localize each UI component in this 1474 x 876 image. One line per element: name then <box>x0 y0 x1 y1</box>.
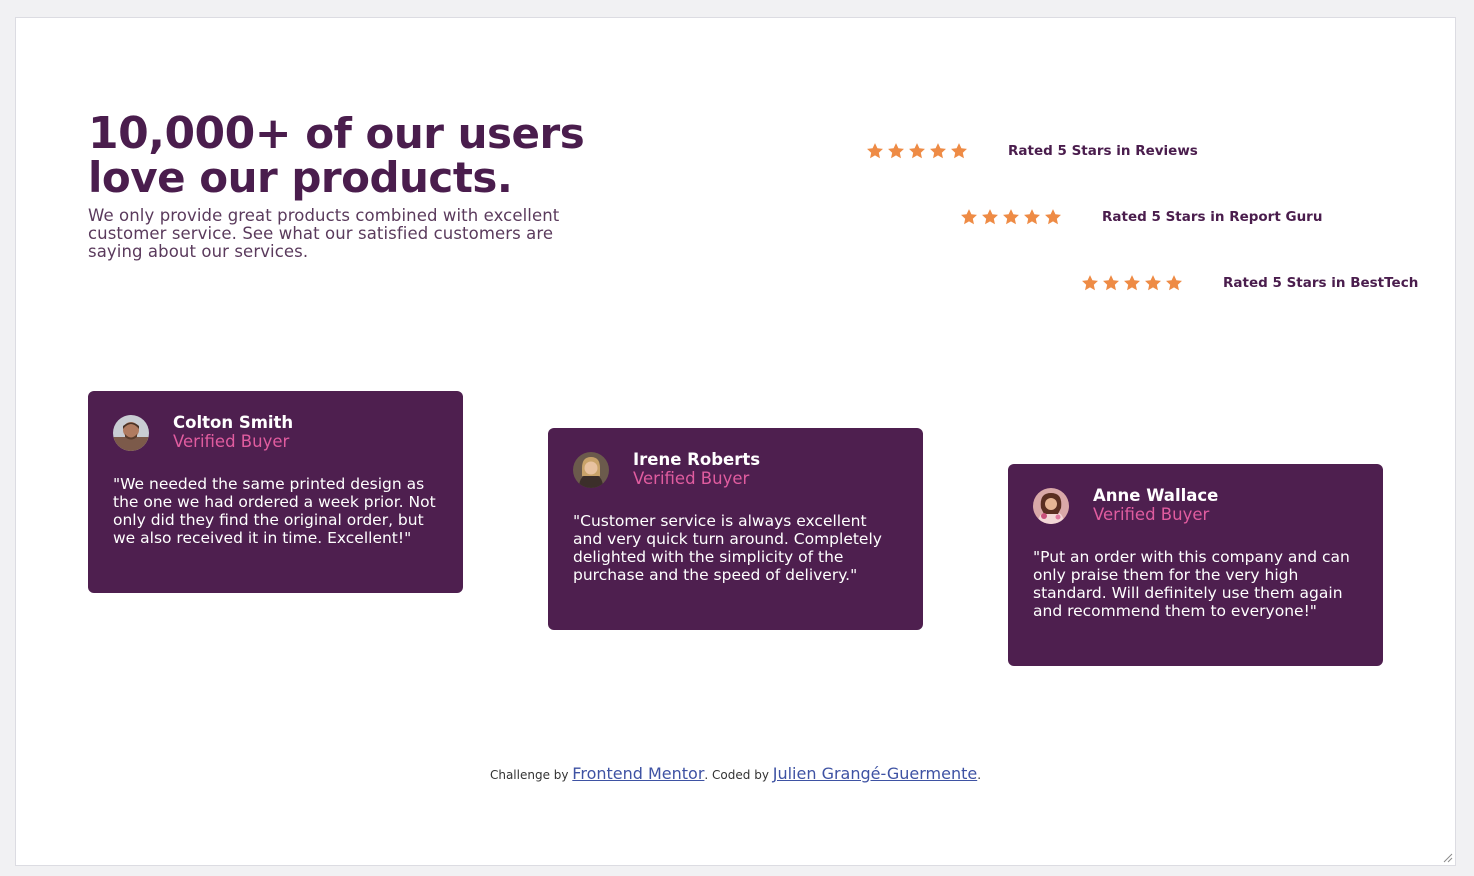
resize-grip-icon[interactable] <box>1441 851 1453 863</box>
page-container: 10,000+ of our users love our products. … <box>15 17 1456 866</box>
attribution: Challenge by Frontend Mentor. Coded by J… <box>16 764 1455 783</box>
card-header: Colton Smith Verified Buyer <box>113 412 438 451</box>
star-icon <box>1045 209 1061 225</box>
testimonial-card: Anne Wallace Verified Buyer "Put an orde… <box>1008 464 1383 666</box>
avatar-irene <box>573 452 609 488</box>
avatar-anne <box>1033 488 1069 524</box>
star-icon <box>909 143 925 159</box>
title-highlight: 10,000+ <box>88 108 292 159</box>
star-icon <box>1024 209 1040 225</box>
attribution-suffix: . <box>977 768 982 782</box>
rating-label: Rated 5 Stars in Report Guru <box>1102 209 1323 225</box>
star-icon <box>1103 275 1119 291</box>
reviewer-name: Irene Roberts <box>633 449 761 469</box>
rating-reviews: Rated 5 Stars in Reviews <box>866 139 1198 163</box>
testimonial-card: Irene Roberts Verified Buyer "Customer s… <box>548 428 923 630</box>
star-rating <box>866 142 974 160</box>
reviewer-info: Anne Wallace Verified Buyer <box>1093 485 1219 524</box>
verified-badge: Verified Buyer <box>1093 504 1210 524</box>
testimonial-quote: "Customer service is always excellent an… <box>573 512 882 584</box>
star-icon <box>1166 275 1182 291</box>
avatar-colton <box>113 415 149 451</box>
attribution-middle: . Coded by <box>704 768 773 782</box>
reviewer-name: Anne Wallace <box>1093 485 1219 505</box>
star-icon <box>930 143 946 159</box>
rating-label: Rated 5 Stars in BestTech <box>1223 275 1419 291</box>
star-rating <box>960 208 1068 226</box>
star-icon <box>888 143 904 159</box>
testimonial-quote: "Put an order with this company and can … <box>1033 548 1350 620</box>
reviewer-name: Colton Smith <box>173 412 294 432</box>
page-subtitle: We only provide great products combined … <box>88 206 560 261</box>
star-icon <box>1145 275 1161 291</box>
reviewer-info: Irene Roberts Verified Buyer <box>633 449 761 488</box>
rating-report-guru: Rated 5 Stars in Report Guru <box>960 205 1322 229</box>
star-icon <box>951 143 967 159</box>
star-rating <box>1081 274 1189 292</box>
star-icon <box>961 209 977 225</box>
verified-badge: Verified Buyer <box>173 431 290 451</box>
attribution-prefix: Challenge by <box>489 768 573 782</box>
rating-label: Rated 5 Stars in Reviews <box>1008 143 1198 159</box>
frontend-mentor-link[interactable]: Frontend Mentor <box>572 764 704 783</box>
verified-badge: Verified Buyer <box>633 468 750 488</box>
testimonial-card: Colton Smith Verified Buyer "We needed t… <box>88 391 463 593</box>
star-icon <box>1124 275 1140 291</box>
rating-besttech: Rated 5 Stars in BestTech <box>1081 271 1418 295</box>
star-icon <box>867 143 883 159</box>
star-icon <box>1003 209 1019 225</box>
card-header: Anne Wallace Verified Buyer <box>1033 485 1358 524</box>
reviewer-info: Colton Smith Verified Buyer <box>173 412 294 451</box>
star-icon <box>1082 275 1098 291</box>
author-link[interactable]: Julien Grangé-Guermente <box>773 764 977 783</box>
testimonial-quote: "We needed the same printed design as th… <box>113 475 436 547</box>
card-header: Irene Roberts Verified Buyer <box>573 449 898 488</box>
star-icon <box>982 209 998 225</box>
page-title: 10,000+ of our users love our products. <box>88 112 648 200</box>
